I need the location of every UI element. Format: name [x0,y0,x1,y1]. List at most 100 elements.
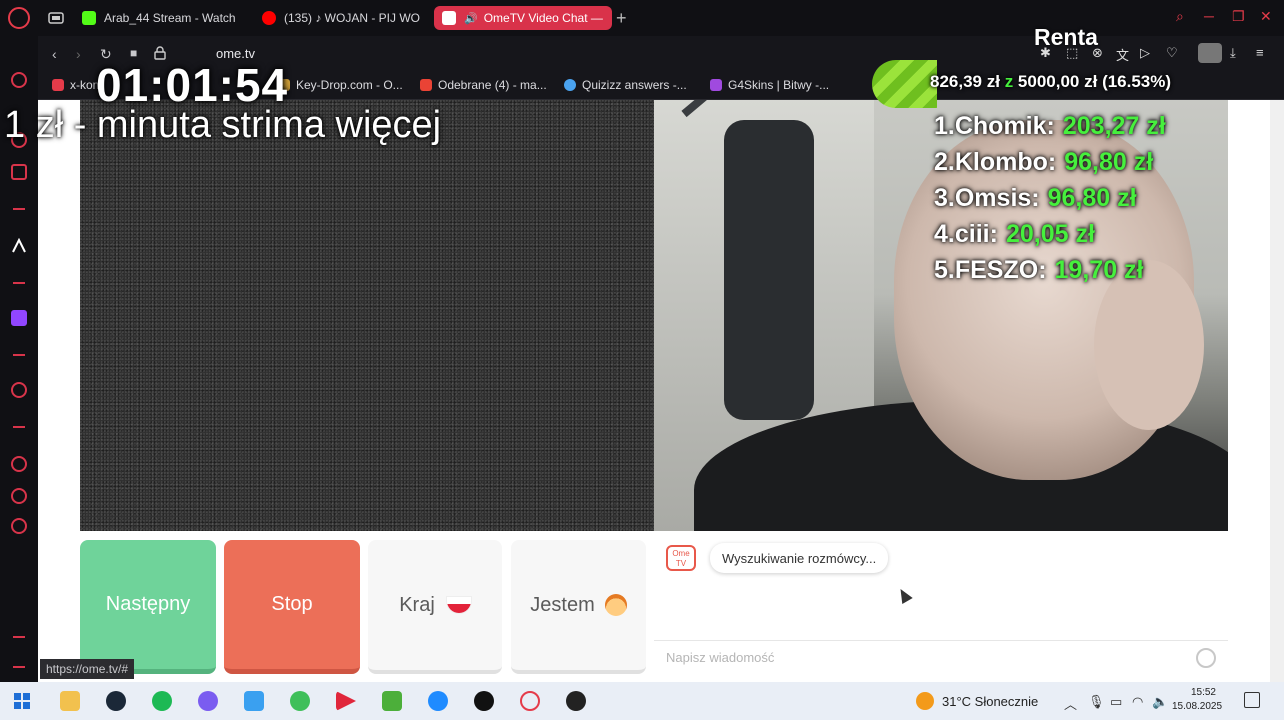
page-scrollbar[interactable] [1270,100,1284,682]
maximize-icon[interactable]: ❐ [1232,8,1245,25]
microphone-tray-icon[interactable]: 🎙 [1088,694,1105,710]
gender-button[interactable]: Jestem [511,540,646,674]
notifications-icon[interactable] [1244,692,1260,708]
stranger-video [80,100,654,531]
donor-name: Omsis: [954,184,1040,212]
opera-gx-taskbar-icon[interactable] [520,691,540,711]
donor-amount: 96,80 zł [1064,148,1154,176]
bookmark-item[interactable]: Odebrane (4) - ma... [420,78,547,92]
play-icon[interactable]: ▷ [1140,45,1154,60]
stop-button[interactable]: Stop [224,540,360,674]
settings-icon[interactable] [11,518,27,534]
tab-ometv[interactable]: 🔊 OmeTV Video Chat — [434,6,612,30]
sidebar-divider [13,354,25,356]
donor-name: Chomik: [954,112,1055,140]
chat-divider [654,640,1228,641]
screen: Arab_44 Stream - Watch (135) ♪ WOJAN - P… [0,0,1284,720]
donor-name: ciii: [954,220,998,248]
bookmark-favicon [564,79,576,91]
tray-chevron-icon[interactable]: ︿ [1064,694,1077,713]
translate-icon[interactable]: 文 [1116,45,1130,63]
extensions-icon[interactable] [11,488,27,504]
minimize-icon[interactable]: ─ [1204,8,1214,24]
goal-target: 5000,00 zł [1017,72,1098,91]
bookmark-label: Quizizz answers -... [582,78,687,92]
tab-youtube[interactable]: (135) ♪ WOJAN - PIJ WO [254,6,426,30]
arrow-icon[interactable] [11,238,27,254]
heart-icon[interactable]: ♡ [1166,45,1180,60]
minecraft-icon[interactable] [382,691,402,711]
battery-icon[interactable]: ▭ [1110,694,1122,710]
bookmark-label: Odebrane (4) - ma... [438,78,547,92]
gmail-icon[interactable] [11,164,27,180]
country-button-label: Kraj [399,593,435,616]
next-button[interactable]: Następny [80,540,216,674]
forward-icon[interactable]: › [76,46,81,62]
top-donor-row: 1.Chomik: 203,27 zł [934,112,1166,148]
weather-sun-icon[interactable] [916,692,934,710]
tab-label: Arab_44 Stream - Watch [104,11,236,25]
search-icon[interactable]: ⌕ [1176,8,1184,25]
tab-kick-stream[interactable]: Arab_44 Stream - Watch [74,6,246,30]
volume-icon[interactable]: 🔈 [1152,694,1168,710]
obs-icon[interactable] [474,691,494,711]
bookmark-item[interactable]: Key-Drop.com - O... [278,78,403,92]
donor-rank: 2. [934,148,955,176]
back-icon[interactable]: ‹ [52,46,57,62]
download-icon[interactable]: ⤓ [1230,45,1244,60]
sidebar-divider [13,426,25,428]
donor-rank: 4. [934,220,955,248]
steam-icon[interactable] [106,691,126,711]
bookmark-label: G4Skins | Bitwy -... [728,78,830,92]
donor-amount: 96,80 zł [1047,184,1137,212]
weather-text[interactable]: 31°C Słonecznie [942,694,1038,709]
new-tab-button[interactable]: + [616,8,627,29]
bookmark-item[interactable]: G4Skins | Bitwy -... [710,78,829,92]
system-message-bubble: Wyszukiwanie rozmówcy... [710,543,889,573]
gx-icon[interactable] [13,636,25,638]
tab-label: (135) ♪ WOJAN - PIJ WO [284,11,421,25]
more-icon[interactable] [13,666,25,668]
history-icon[interactable] [11,456,27,472]
media-player-icon[interactable] [336,691,356,711]
bookmark-favicon [710,79,722,91]
donor-rank: 3. [934,184,955,212]
spotify-icon[interactable] [152,691,172,711]
messenger-taskbar-icon[interactable] [428,691,448,711]
speaker-icon[interactable]: 🔊 [464,12,478,25]
windows-start-icon[interactable] [12,691,32,711]
bookmark-item[interactable]: Quizizz answers -... [564,78,687,92]
wifi-icon[interactable]: ◠ [1132,694,1143,710]
ometv-logo-icon: Ome TV [666,545,696,571]
emoji-picker-icon[interactable] [1196,648,1216,668]
shield-app-icon[interactable] [290,691,310,711]
country-button[interactable]: Kraj [368,540,502,674]
boy-emoji-icon [604,594,627,616]
workspaces-icon[interactable] [48,10,64,26]
donor-rank: 5. [934,256,955,284]
donor-amount: 203,27 zł [1062,112,1166,140]
goal-percent: (16.53%) [1102,72,1172,91]
taskbar-clock[interactable]: 15:52 15.08.2025 [1172,686,1223,714]
menu-icon[interactable]: ≡ [1256,45,1270,60]
discord-icon[interactable] [198,691,218,711]
next-button-label: Następny [105,593,191,615]
player-icon[interactable] [11,382,27,398]
app-taskbar-icon[interactable] [566,691,586,711]
donation-goal-text: 826,39 zł z 5000,00 zł (16.53%) [930,72,1171,92]
clock-date: 15.08.2025 [1172,701,1223,712]
opera-logo-icon[interactable] [8,7,30,29]
top-donor-row: 2.Klombo: 96,80 zł [934,148,1166,184]
twitch-icon[interactable] [11,310,27,326]
chat-message-input[interactable]: Napisz wiadomość [666,650,774,665]
file-explorer-icon[interactable] [60,691,80,711]
top-donor-row: 3.Omsis: 96,80 zł [934,184,1166,220]
aria-icon[interactable] [11,72,27,88]
sidebar-divider [13,208,25,210]
close-icon[interactable]: ✕ [1260,8,1272,25]
microphone [724,120,814,420]
app-icon[interactable] [244,691,264,711]
bookmark-label: Key-Drop.com - O... [296,78,403,92]
kick-icon [82,11,96,25]
top-donor-row: 4.ciii: 20,05 zł [934,220,1166,256]
